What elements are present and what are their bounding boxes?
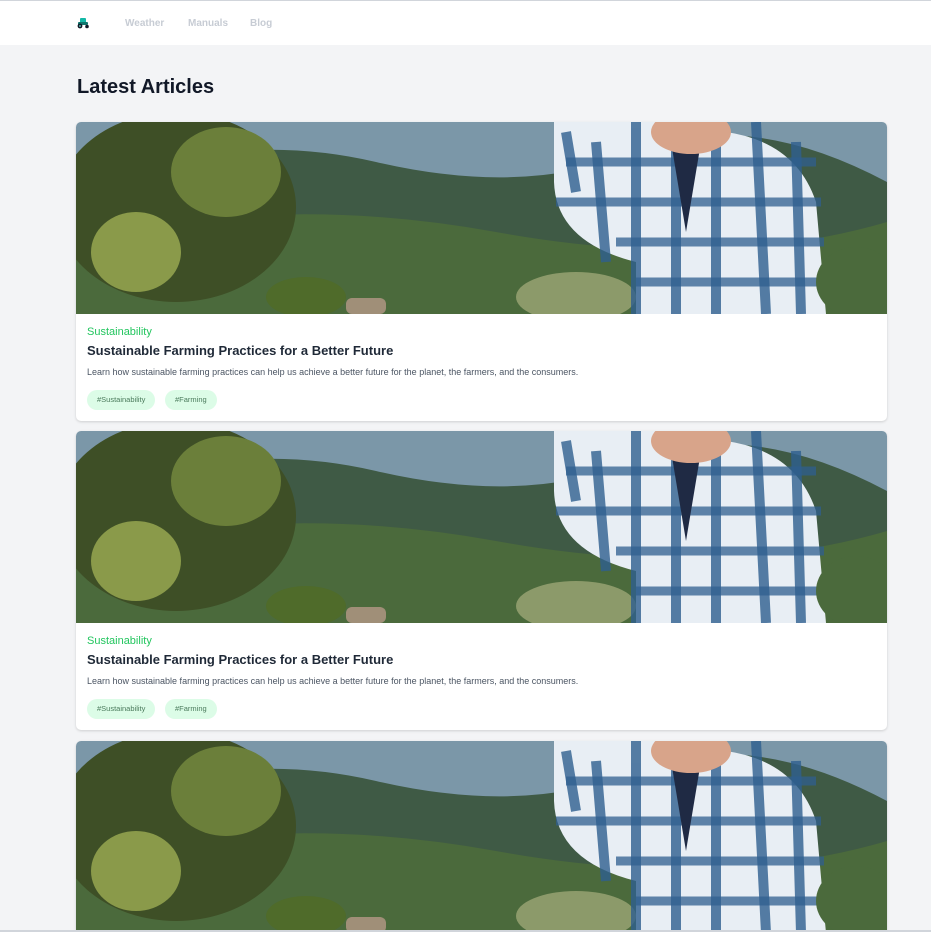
tag-farming[interactable]: #Farming [165,699,217,719]
article-category[interactable]: Sustainability [87,635,152,647]
article-excerpt: Learn how sustainable farming practices … [87,676,579,686]
tag-sustainability[interactable]: #Sustainability [87,699,156,719]
article-title[interactable]: Sustainable Farming Practices for a Bett… [87,652,393,667]
article-excerpt: Learn how sustainable farming practices … [87,367,579,377]
nav-link-weather[interactable]: Weather [125,18,164,29]
article-image [76,122,887,314]
tractor-icon[interactable] [76,17,90,29]
article-card[interactable] [76,741,887,932]
tag-farming[interactable]: #Farming [165,390,217,410]
top-navbar: Weather Manuals Blog [0,1,931,45]
nav-link-manuals[interactable]: Manuals [188,18,228,29]
tag-sustainability[interactable]: #Sustainability [87,390,156,410]
page-title: Latest Articles [77,76,215,98]
article-image [76,431,887,623]
nav-link-blog[interactable]: Blog [250,18,272,29]
article-card[interactable]: Sustainability Sustainable Farming Pract… [76,431,887,730]
article-title[interactable]: Sustainable Farming Practices for a Bett… [87,343,393,358]
article-image [76,741,887,932]
article-card[interactable]: Sustainability Sustainable Farming Pract… [76,122,887,421]
article-category[interactable]: Sustainability [87,326,152,338]
